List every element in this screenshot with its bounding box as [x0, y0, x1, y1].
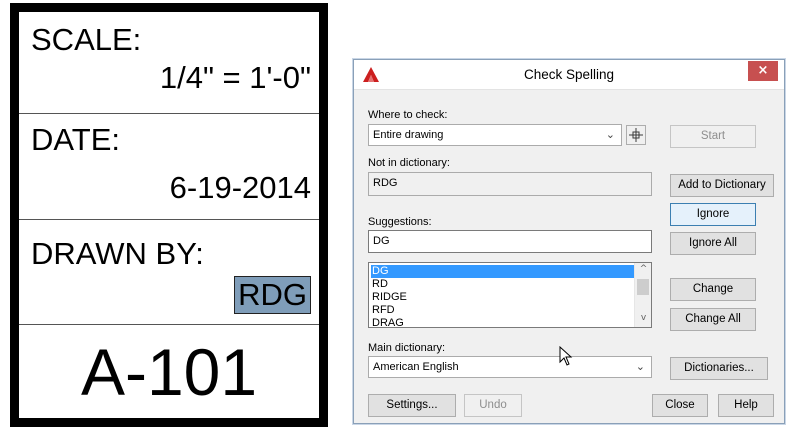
sheet-number: A-101 [80, 335, 258, 409]
ignore-all-button[interactable]: Ignore All [670, 232, 756, 255]
date-label: DATE: [31, 122, 120, 157]
scale-value: 1/4" = 1'-0" [159, 60, 311, 95]
mouse-cursor-icon [559, 346, 573, 366]
where-to-check-label: Where to check: [368, 109, 448, 121]
main-dictionary-dropdown[interactable]: American English ⌄ [368, 356, 652, 378]
not-in-dictionary-field: RDG [368, 172, 652, 196]
pick-objects-icon [629, 128, 643, 142]
suggestions-label: Suggestions: [368, 216, 432, 228]
change-button[interactable]: Change [670, 278, 756, 301]
suggestions-listbox[interactable]: DG RD RIDGE RFD DRAG ^ v [368, 262, 652, 328]
scroll-down-arrow-icon[interactable]: v [635, 313, 651, 323]
chevron-down-icon: ⌄ [605, 128, 615, 141]
date-value: 6-19-2014 [169, 170, 311, 205]
where-to-check-value: Entire drawing [373, 129, 444, 141]
scroll-up-arrow-icon[interactable]: ^ [635, 264, 651, 274]
scale-label: SCALE: [31, 22, 142, 57]
ignore-button[interactable]: Ignore [670, 203, 756, 226]
where-to-check-dropdown[interactable]: Entire drawing ⌄ [368, 124, 622, 146]
suggestions-scrollbar[interactable]: ^ v [634, 263, 651, 327]
settings-button[interactable]: Settings... [368, 394, 456, 417]
not-in-dictionary-label: Not in dictionary: [368, 157, 450, 169]
change-all-button[interactable]: Change All [670, 308, 756, 331]
drawn-by-cell: DRAWN BY: RDG [19, 220, 319, 325]
dialog-title: Check Spelling [523, 67, 615, 82]
scale-cell: SCALE: 1/4" = 1'-0" [19, 12, 319, 114]
suggestion-input[interactable]: DG [368, 230, 652, 253]
help-button[interactable]: Help [718, 394, 774, 417]
drawn-by-value-selected[interactable]: RDG [234, 276, 311, 314]
add-to-dictionary-button[interactable]: Add to Dictionary [670, 174, 774, 197]
close-button[interactable]: Close [652, 394, 708, 417]
pick-objects-button[interactable] [626, 125, 646, 145]
dialog-titlebar[interactable]: Check Spelling × [354, 60, 784, 90]
drawn-by-label: DRAWN BY: [31, 236, 204, 271]
start-button[interactable]: Start [670, 125, 756, 148]
suggestion-item-rd[interactable]: RD [371, 278, 635, 291]
date-cell: DATE: 6-19-2014 [19, 114, 319, 220]
main-dictionary-value: American English [373, 361, 459, 373]
scrollbar-thumb[interactable] [637, 279, 649, 295]
close-icon[interactable]: × [748, 61, 778, 81]
chevron-down-icon: ⌄ [635, 360, 645, 373]
screenshot-stage: SCALE: 1/4" = 1'-0" DATE: 6-19-2014 DRAW… [0, 0, 794, 430]
dictionaries-button[interactable]: Dictionaries... [670, 357, 768, 380]
suggestion-item-ridge[interactable]: RIDGE [371, 291, 635, 304]
suggestion-item-dg[interactable]: DG [371, 265, 635, 278]
drawing-title-block: SCALE: 1/4" = 1'-0" DATE: 6-19-2014 DRAW… [10, 3, 328, 427]
main-dictionary-label: Main dictionary: [368, 342, 446, 354]
suggestion-item-drag[interactable]: DRAG [371, 317, 635, 327]
check-spelling-dialog: Check Spelling × Where to check: Entire … [353, 59, 785, 424]
suggestion-item-rfd[interactable]: RFD [371, 304, 635, 317]
undo-button[interactable]: Undo [464, 394, 522, 417]
